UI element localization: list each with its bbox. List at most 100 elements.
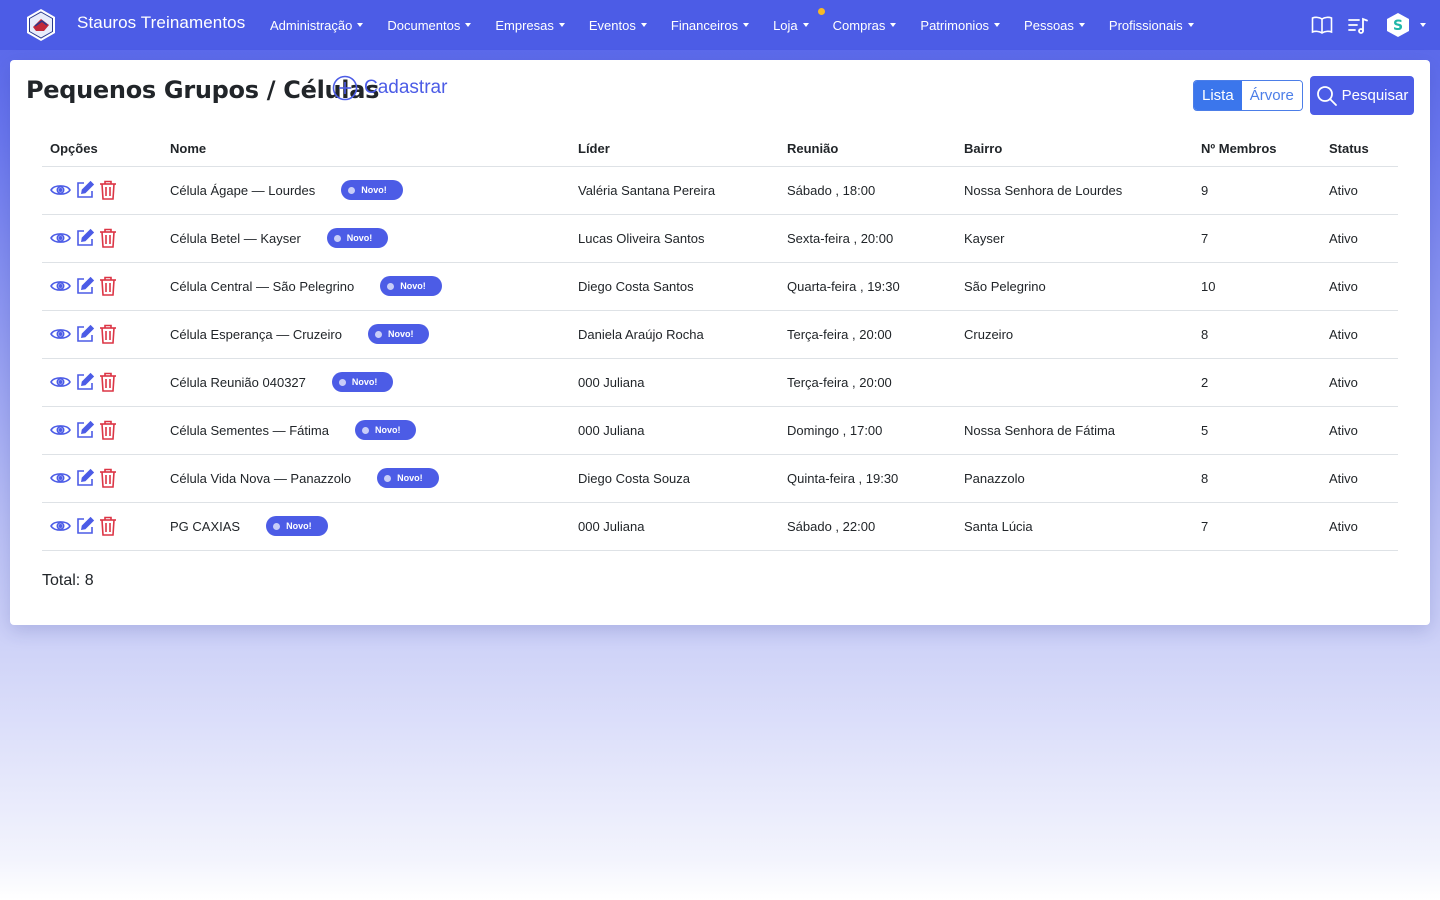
- edit-icon[interactable]: [75, 324, 95, 344]
- view-list-button[interactable]: Lista: [1194, 81, 1242, 110]
- badge-dot: [374, 330, 382, 338]
- row-members: 2: [1201, 358, 1329, 407]
- menu-profissionais[interactable]: Profissionais: [1109, 18, 1194, 33]
- brand-logo[interactable]: [24, 8, 58, 42]
- menu-compras[interactable]: Compras: [833, 18, 897, 33]
- row-leader: 000 Juliana: [578, 502, 787, 551]
- row-options: [42, 502, 170, 551]
- row-members: 8: [1201, 454, 1329, 503]
- menu-label: Compras: [832, 17, 886, 33]
- menu-administracao[interactable]: Administração: [270, 18, 364, 33]
- row-members: 10: [1201, 262, 1329, 311]
- view-tree-button[interactable]: Árvore: [1241, 81, 1302, 110]
- row-meeting: Sábado , 22:00: [787, 502, 964, 551]
- edit-icon[interactable]: [75, 468, 95, 488]
- menu-label: Financeiros: [670, 17, 739, 33]
- new-badge: Novo!: [367, 324, 430, 344]
- caret-down-icon: [1420, 23, 1426, 27]
- navbar-right: S: [1297, 0, 1426, 50]
- delete-icon[interactable]: [99, 516, 117, 536]
- menu-pessoas[interactable]: Pessoas: [1024, 18, 1085, 33]
- badge-dot: [384, 474, 392, 482]
- menu-empresas[interactable]: Empresas: [495, 18, 565, 33]
- search-button[interactable]: Pesquisar: [1310, 76, 1414, 115]
- caret-down-icon: [743, 23, 750, 27]
- edit-icon[interactable]: [75, 276, 95, 296]
- row-name-cell: Célula Vida Nova — Panazzolo Novo!: [170, 454, 578, 503]
- view-icon[interactable]: [50, 422, 71, 438]
- header-neighborhood[interactable]: Bairro: [964, 132, 1201, 167]
- header-meeting[interactable]: Reunião: [787, 132, 964, 167]
- menu-eventos[interactable]: Eventos: [589, 18, 647, 33]
- edit-icon[interactable]: [75, 372, 95, 392]
- badge-label: Novo!: [387, 329, 414, 339]
- row-options: [42, 310, 170, 359]
- brand-name[interactable]: Stauros Treinamentos: [77, 13, 245, 33]
- row-meeting: Sexta-feira , 20:00: [787, 214, 964, 263]
- row-name: Célula Vida Nova — Panazzolo: [170, 470, 352, 486]
- add-button-label: Cadastrar: [364, 77, 448, 98]
- row-neighborhood: Kayser: [964, 214, 1201, 263]
- row-name: Célula Ágape — Lourdes: [170, 182, 316, 198]
- header-leader[interactable]: Líder: [578, 132, 787, 167]
- table-body: Célula Ágape — Lourdes Novo! Valéria San…: [42, 166, 1398, 551]
- caret-down-icon: [640, 23, 647, 27]
- menu-documentos[interactable]: Documentos: [387, 17, 472, 33]
- row-name: Célula Betel — Kayser: [170, 230, 301, 246]
- edit-icon[interactable]: [75, 420, 95, 440]
- delete-icon[interactable]: [99, 228, 117, 248]
- row-name-cell: Célula Esperança — Cruzeiro Novo!: [170, 310, 578, 359]
- delete-icon[interactable]: [99, 372, 117, 392]
- view-icon[interactable]: [50, 470, 71, 486]
- row-status: Ativo: [1329, 166, 1398, 215]
- delete-icon[interactable]: [99, 420, 117, 440]
- user-logo-icon[interactable]: S: [1385, 12, 1426, 38]
- playlist-icon[interactable]: [1347, 16, 1369, 34]
- new-badge: Novo!: [266, 516, 328, 536]
- row-leader: Lucas Oliveira Santos: [578, 214, 787, 263]
- delete-icon[interactable]: [99, 468, 117, 488]
- delete-icon[interactable]: [99, 324, 117, 344]
- row-neighborhood: Cruzeiro: [964, 310, 1201, 359]
- view-icon[interactable]: [50, 518, 71, 534]
- view-icon[interactable]: [50, 230, 71, 246]
- view-icon[interactable]: [50, 374, 71, 390]
- menu-loja[interactable]: Loja: [773, 7, 825, 33]
- row-options: [42, 262, 170, 311]
- menu-label: Profissionais: [1108, 17, 1183, 33]
- header-options: Opções: [42, 132, 170, 167]
- menu-financeiros[interactable]: Financeiros: [670, 17, 750, 33]
- caret-down-icon: [1187, 23, 1194, 27]
- table-row: Célula Reunião 040327 Novo! 000 Juliana …: [42, 358, 1398, 407]
- delete-icon[interactable]: [99, 180, 117, 200]
- view-icon[interactable]: [50, 182, 71, 198]
- delete-icon[interactable]: [99, 276, 117, 296]
- table-row: Célula Central — São Pelegrino Novo! Die…: [42, 262, 1398, 311]
- row-name-cell: Célula Sementes — Fátima Novo!: [170, 406, 578, 455]
- menu-label: Documentos: [387, 17, 461, 33]
- add-button[interactable]: Cadastrar: [332, 75, 447, 101]
- view-icon[interactable]: [50, 278, 71, 294]
- row-members: 7: [1201, 214, 1329, 263]
- view-icon[interactable]: [50, 326, 71, 342]
- edit-icon[interactable]: [75, 180, 95, 200]
- new-badge: Novo!: [331, 372, 394, 392]
- row-options: [42, 214, 170, 263]
- row-options: [42, 358, 170, 407]
- table-header-row: Opções Nome Líder Reunião Bairro Nº Memb…: [42, 132, 1398, 167]
- menu-patrimonios[interactable]: Patrimonios: [920, 18, 1001, 33]
- row-options: [42, 406, 170, 455]
- new-badge: Novo!: [377, 468, 439, 488]
- header-members[interactable]: Nº Membros: [1201, 132, 1329, 167]
- header-name[interactable]: Nome: [170, 132, 578, 167]
- edit-icon[interactable]: [75, 516, 95, 536]
- row-neighborhood: São Pelegrino: [964, 262, 1201, 311]
- header-status[interactable]: Status: [1329, 132, 1398, 167]
- total-count: Total: 8: [42, 572, 94, 589]
- row-members: 9: [1201, 166, 1329, 215]
- book-icon[interactable]: [1311, 16, 1333, 34]
- row-neighborhood: Nossa Senhora de Fátima: [964, 406, 1201, 455]
- badge-label: Novo!: [351, 377, 378, 387]
- row-name: Célula Reunião 040327: [170, 374, 306, 390]
- edit-icon[interactable]: [75, 228, 95, 248]
